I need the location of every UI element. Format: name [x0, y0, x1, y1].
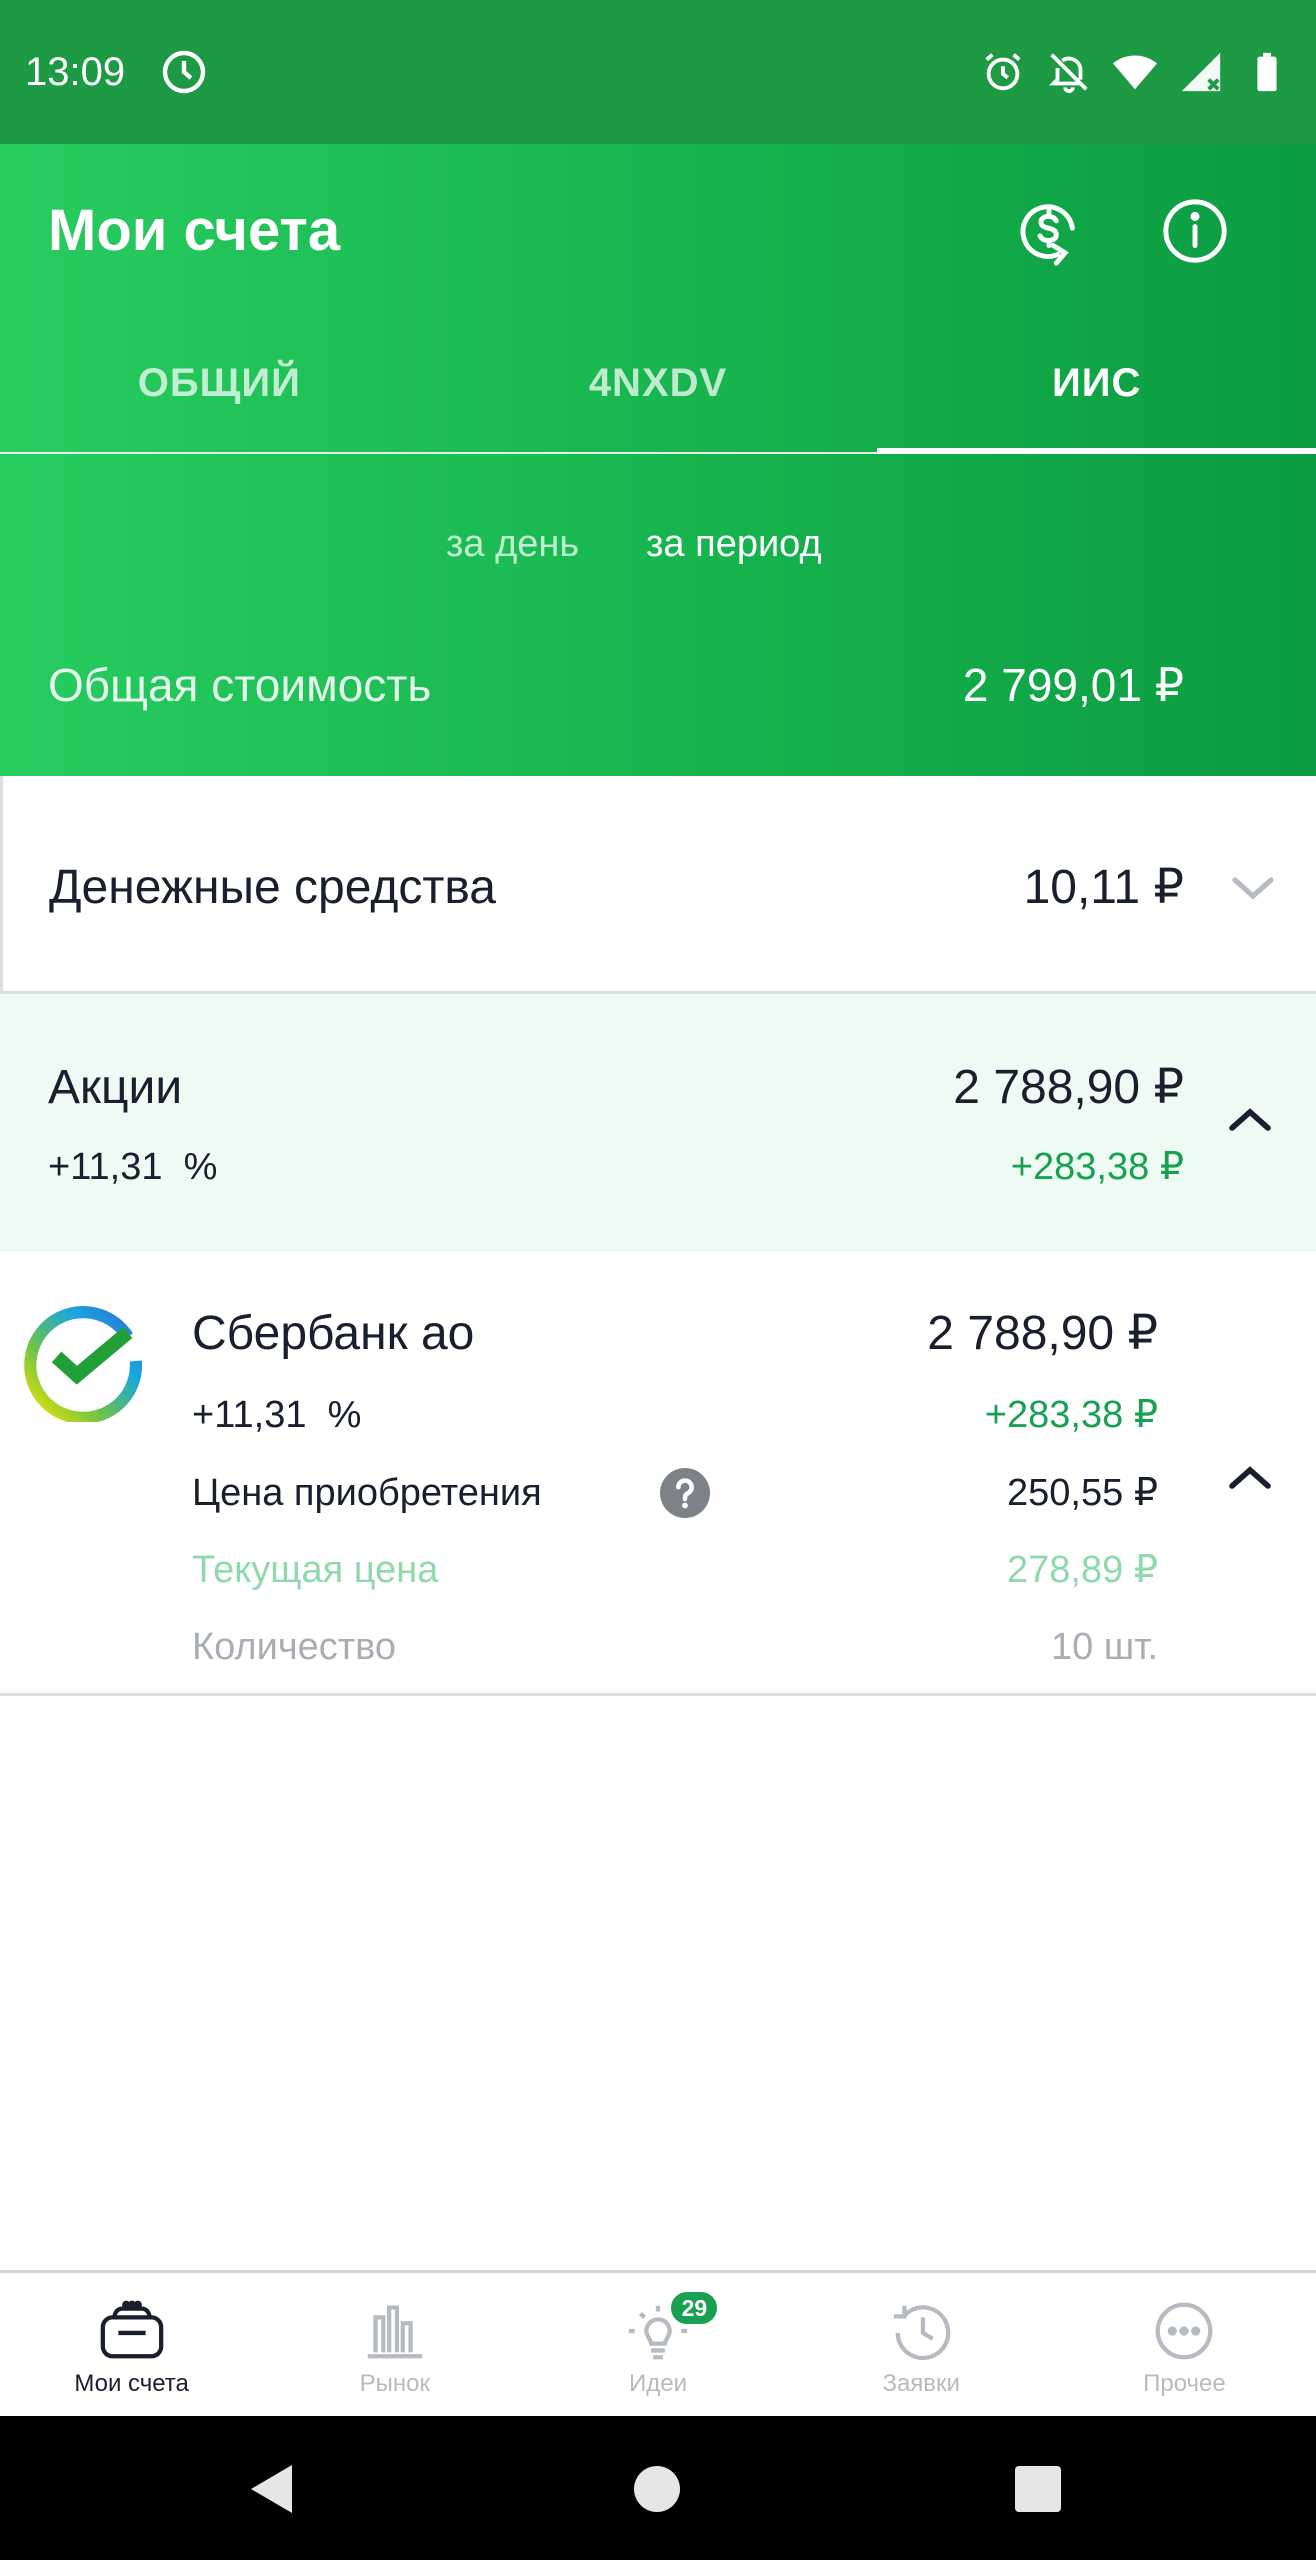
stocks-group-row[interactable]: Акции 2 788,90 ₽ +11,31 % +283,38 ₽ — [0, 994, 1316, 1252]
nav-label: Мои счета — [74, 2370, 189, 2397]
page-title: Мои счета — [48, 198, 341, 263]
recent-apps-icon[interactable] — [1015, 2466, 1061, 2512]
chevron-up-icon[interactable] — [1226, 1100, 1274, 1140]
stocks-percent: +11,31 % — [48, 1146, 218, 1188]
stocks-gain: +283,38 ₽ — [1010, 1146, 1184, 1188]
alarm-icon — [985, 53, 1021, 91]
bottom-navigation: Мои счета Рынок Идеи 29 Заявки Прочее — [0, 2270, 1316, 2416]
market-chart-icon — [367, 2305, 423, 2359]
cash-value: 10,11 ₽ — [1023, 861, 1184, 914]
clock-icon — [162, 50, 206, 94]
quantity-value: 10 шт. — [1050, 1626, 1158, 1668]
security-gain: +283,38 ₽ — [984, 1394, 1158, 1436]
quantity-label: Количество — [192, 1626, 397, 1668]
current-price-value: 278,89 ₽ — [1007, 1549, 1158, 1591]
nav-ideas[interactable]: Идеи 29 — [526, 2273, 789, 2416]
ideas-badge: 29 — [668, 2289, 721, 2327]
help-icon[interactable] — [660, 1468, 710, 1518]
period-day-button[interactable]: за день — [446, 519, 579, 569]
system-navigation-bar — [0, 2416, 1316, 2560]
current-price-label: Текущая цена — [192, 1549, 439, 1591]
nav-label: Прочее — [1143, 2370, 1226, 2397]
accounts-header: Мои счета ОБЩИЙ 4NXDV ИИС за день за пер… — [0, 144, 1316, 776]
nav-other[interactable]: Прочее — [1053, 2273, 1316, 2416]
tab-4nxdv[interactable]: 4NXDV — [439, 314, 878, 452]
wifi-icon — [1112, 55, 1158, 90]
status-bar: 13:09 — [0, 0, 1316, 144]
purchase-price-label: Цена приобретения — [192, 1472, 542, 1514]
cash-row[interactable]: Денежные средства 10,11 ₽ — [0, 776, 1316, 994]
stocks-value: 2 788,90 ₽ — [953, 1061, 1184, 1114]
more-icon — [1156, 2302, 1213, 2360]
period-range-button[interactable]: за период — [646, 519, 822, 569]
nav-label: Рынок — [359, 2370, 430, 2397]
history-clock-icon — [893, 2305, 951, 2361]
stocks-label: Акции — [48, 1061, 183, 1114]
security-row[interactable]: Сбербанк ао 2 788,90 ₽ +11,31 % +283,38 … — [0, 1252, 1316, 1696]
nav-my-accounts[interactable]: Мои счета — [0, 2273, 263, 2416]
total-value-label: Общая стоимость — [48, 659, 432, 711]
signal-icon — [1181, 52, 1221, 92]
sberbank-logo-icon — [24, 1306, 143, 1422]
cash-label: Денежные средства — [49, 861, 496, 914]
info-button[interactable] — [1152, 188, 1238, 274]
chevron-up-icon[interactable] — [1226, 1458, 1274, 1498]
home-icon[interactable] — [634, 2466, 680, 2512]
nav-orders[interactable]: Заявки — [790, 2273, 1053, 2416]
period-switch: за день за период — [0, 519, 1316, 579]
status-time: 13:09 — [25, 50, 126, 94]
currency-exchange-icon — [1020, 204, 1075, 266]
nav-market[interactable]: Рынок — [263, 2273, 526, 2416]
purchase-price-value: 250,55 ₽ — [1007, 1472, 1158, 1514]
status-icons — [980, 48, 1290, 96]
security-percent: +11,31 % — [192, 1394, 362, 1436]
chevron-down-icon[interactable] — [1229, 868, 1277, 908]
tab-iis[interactable]: ИИС — [877, 314, 1316, 454]
nav-label: Заявки — [882, 2370, 960, 2397]
battery-icon — [1257, 52, 1277, 92]
security-name: Сбербанк ао — [192, 1307, 475, 1360]
security-value: 2 788,90 ₽ — [927, 1307, 1158, 1360]
currency-exchange-button[interactable] — [1006, 188, 1092, 274]
info-icon — [1163, 199, 1227, 263]
tab-general[interactable]: ОБЩИЙ — [0, 314, 439, 452]
back-icon[interactable] — [248, 2462, 296, 2516]
total-value-amount: 2 799,01 ₽ — [962, 659, 1184, 711]
wallet-icon — [100, 2300, 163, 2359]
notifications-off-icon — [1049, 53, 1088, 94]
nav-label: Идеи — [629, 2370, 688, 2397]
account-tabs: ОБЩИЙ 4NXDV ИИС — [0, 314, 1316, 454]
